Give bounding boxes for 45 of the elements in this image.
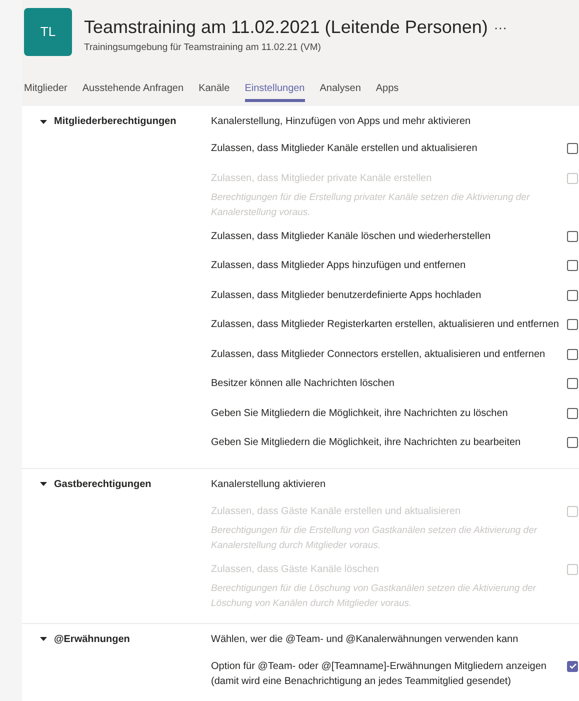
section-title: @Erwähnungen: [54, 632, 130, 646]
section-description: Wählen, wer die @Team- und @Kanalerwähnungen verwenden kann: [211, 632, 518, 646]
tab[interactable]: Kanäle: [198, 81, 230, 102]
team-avatar: TL: [24, 8, 72, 56]
setting-label: Geben Sie Mitgliedern die Möglichkeit, ihre Nachrichten zu bearbeiten: [211, 436, 522, 450]
setting-label: Zulassen, dass Gäste Kanäle erstellen und aktualisieren: [211, 504, 462, 518]
tab[interactable]: Apps: [376, 81, 399, 102]
setting-label: Zulassen, dass Mitglieder Connectors erstellen, aktualisieren und entfernen: [211, 348, 546, 362]
tab[interactable]: Analysen: [320, 81, 361, 102]
checkbox[interactable]: [567, 319, 578, 330]
team-title: Teamstraining am 11.02.2021 (Leitende Personen): [84, 16, 488, 39]
setting-label: Besitzer können alle Nachrichten löschen: [211, 377, 396, 391]
caret-down-icon[interactable]: [40, 120, 47, 124]
checkbox[interactable]: [567, 660, 578, 672]
checkbox[interactable]: [567, 260, 578, 271]
setting-label: Zulassen, dass Mitglieder Apps hinzufügen und entfernen: [211, 259, 467, 273]
setting-note: Berechtigungen für die Löschung von Gastkanälen setzen die Aktivierung der Löschung von Kanälen durch Mitglieder voraus.: [211, 582, 538, 610]
setting-label: Zulassen, dass Mitglieder private Kanäle erstellen: [211, 172, 433, 186]
setting-label: Option für @Team- oder @[Teamname]-Erwähnungen Mitgliedern anzeigen (damit wird eine Benachrichtigung an jedes Teammitglied gesendet): [211, 660, 548, 688]
setting-label: Zulassen, dass Mitglieder Kanäle löschen und wiederherstellen: [211, 230, 492, 244]
setting-label: Zulassen, dass Mitglieder Registerkarten erstellen, aktualisieren und entfernen: [211, 318, 560, 332]
setting-label: Geben Sie Mitgliedern die Möglichkeit, ihre Nachrichten zu löschen: [211, 406, 509, 420]
setting-label: Zulassen, dass Mitglieder Kanäle erstellen und aktualisieren: [211, 142, 478, 156]
tab[interactable]: Mitglieder: [24, 81, 68, 102]
setting-note: Berechtigungen für die Erstellung von Gastkanälen setzen die Aktivierung der Kanalerstellung durch Mitglieder voraus.: [211, 524, 538, 552]
caret-down-icon[interactable]: [40, 482, 47, 486]
checkbox[interactable]: [567, 437, 578, 448]
checkbox[interactable]: [567, 378, 578, 389]
caret-down-icon[interactable]: [40, 637, 47, 641]
checkbox[interactable]: [567, 290, 578, 300]
team-subtitle: Trainingsumgebung für Teamstraining am 11.02.21 (VM): [84, 41, 322, 55]
checkbox[interactable]: [567, 348, 578, 360]
section-description: Kanalerstellung aktivieren: [211, 478, 326, 492]
tab[interactable]: Einstellungen: [244, 81, 305, 102]
section-title: Mitgliederberechtigungen: [54, 115, 176, 129]
section-title: Gastberechtigungen: [54, 478, 152, 492]
section-description: Kanalerstellung, Hinzufügen von Apps und mehr aktivieren: [211, 115, 471, 129]
checkbox[interactable]: [567, 408, 578, 418]
tab[interactable]: Ausstehende Anfragen: [82, 81, 184, 102]
setting-note: Berechtigungen für die Erstellung privater Kanäle setzen die Aktivierung der Kanalerstellung voraus.: [211, 190, 531, 220]
checkbox[interactable]: [567, 230, 578, 242]
checkbox[interactable]: [567, 143, 578, 154]
more-button[interactable]: ···: [494, 18, 507, 38]
setting-label: Zulassen, dass Mitglieder benutzerdefinierte Apps hochladen: [211, 288, 482, 302]
setting-label: Zulassen, dass Gäste Kanäle löschen: [211, 562, 380, 576]
